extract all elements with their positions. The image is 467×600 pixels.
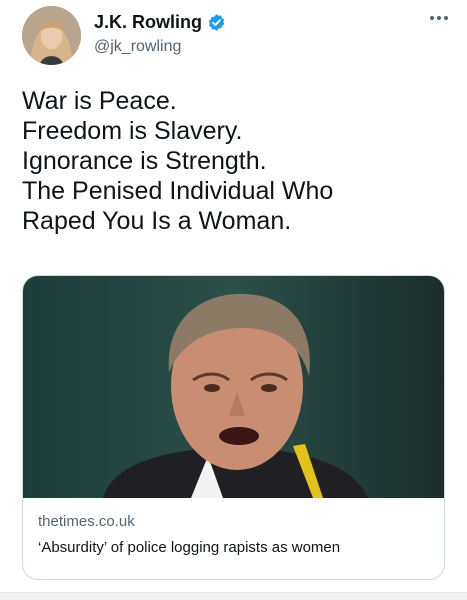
tweet-header: J.K. Rowling @jk_rowling [22,6,452,66]
tweet-text: War is Peace. Freedom is Slavery. Ignora… [22,86,452,236]
tweet-line: War is Peace. [22,87,177,115]
card-meta: thetimes.co.uk ‘Absurdity’ of police log… [38,512,433,558]
user-handle[interactable]: @jk_rowling [94,38,181,56]
divider [0,592,467,600]
tweet-line: The Penised Individual Who [22,177,334,205]
article-photo[interactable] [23,276,444,498]
tweet-line: Raped You Is a Woman. [22,207,292,235]
more-dots-icon [430,16,448,20]
name-row: J.K. Rowling [94,12,226,33]
card-title: ‘Absurdity’ of police logging rapists as… [38,539,341,556]
link-preview-card[interactable]: thetimes.co.uk ‘Absurdity’ of police log… [22,275,445,580]
card-domain: thetimes.co.uk [38,513,135,530]
tweet-line: Ignorance is Strength. [22,147,267,175]
display-name[interactable]: J.K. Rowling [94,12,202,33]
more-options-button[interactable] [426,8,452,28]
profile-photo [22,6,81,65]
avatar[interactable] [22,6,81,65]
verified-badge-icon [207,13,226,32]
tweet-line: Freedom is Slavery. [22,117,243,145]
